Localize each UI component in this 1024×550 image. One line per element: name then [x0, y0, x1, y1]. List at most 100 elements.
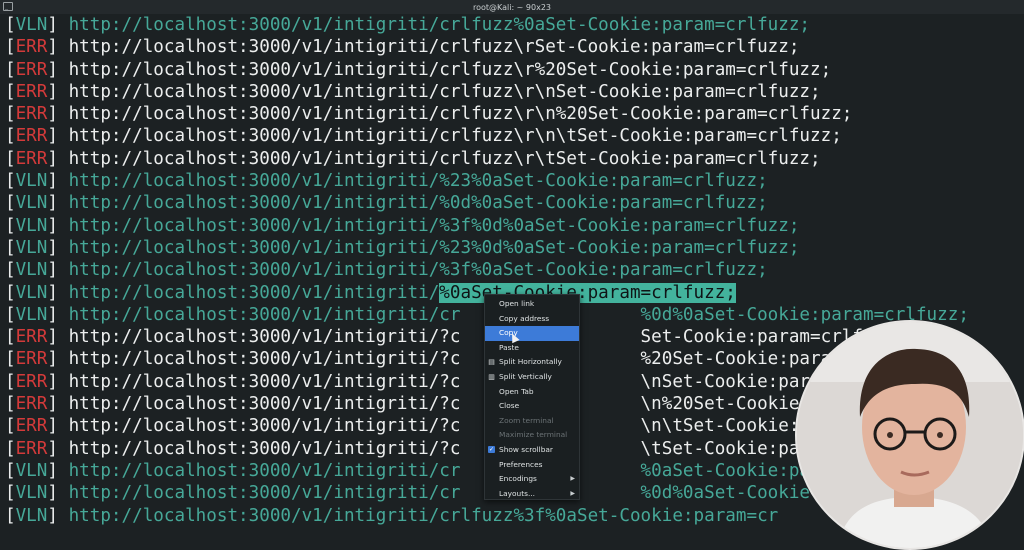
terminal-line: [VLN] http://localhost:3000/v1/intigriti…: [5, 14, 1024, 36]
menu-item-label: Preferences: [499, 459, 543, 469]
menu-item-label: Zoom terminal: [499, 415, 554, 425]
vln-tag: VLN: [15, 505, 48, 526]
bracket: ]: [47, 126, 69, 147]
menu-item-split-horizontally[interactable]: ▤ Split Horizontally: [485, 355, 579, 370]
menu-item-show-scrollbar[interactable]: ✓ Show scrollbar: [485, 443, 579, 458]
menu-item-maximize-terminal: Maximize terminal: [485, 428, 579, 443]
menu-item-copy-address[interactable]: Copy address: [485, 312, 579, 327]
bracket: ]: [47, 304, 69, 325]
bracket: ]: [47, 282, 69, 303]
result-url: http://localhost:3000/v1/intigriti/?c \n…: [68, 394, 863, 415]
menu-item-zoom-terminal: Zoom terminal: [485, 414, 579, 429]
result-url: http://localhost:3000/v1/intigriti/cr %0…: [68, 483, 874, 504]
terminal-line: [VLN] http://localhost:3000/v1/intigriti…: [5, 192, 1024, 214]
menu-item-label: Split Vertically: [499, 371, 552, 381]
err-tag: ERR: [15, 416, 48, 437]
menu-item-label: Split Horizontally: [499, 357, 562, 367]
bracket: ]: [47, 215, 69, 236]
bracket: ]: [47, 438, 69, 459]
bracket: [: [5, 171, 16, 192]
menu-item-copy[interactable]: Copy: [485, 326, 579, 341]
menu-item-label: Encodings: [499, 474, 537, 484]
vln-tag: VLN: [15, 171, 48, 192]
bracket: [: [5, 37, 16, 58]
menu-item-label: Copy address: [499, 313, 550, 323]
menu-item-label: Close: [499, 401, 520, 411]
bracket: [: [5, 193, 16, 214]
menu-item-encodings[interactable]: Encodings ▶: [485, 472, 579, 487]
bracket: ]: [47, 416, 69, 437]
bracket: ]: [47, 104, 69, 125]
bracket: ]: [47, 81, 69, 102]
err-tag: ERR: [15, 81, 48, 102]
result-url: http://localhost:3000/v1/intigriti/crlfu…: [68, 15, 811, 35]
err-tag: ERR: [15, 126, 48, 147]
menu-item-close[interactable]: Close: [485, 399, 579, 414]
terminal-line: [VLN] http://localhost:3000/v1/intigriti…: [5, 170, 1024, 192]
result-url: http://localhost:3000/v1/intigriti/crlfu…: [68, 148, 821, 169]
bracket: [: [5, 483, 16, 504]
bracket: [: [5, 282, 16, 303]
bracket: [: [5, 505, 16, 526]
menu-item-label: Open link: [499, 299, 535, 308]
menu-item-open-link[interactable]: Open link: [485, 297, 579, 312]
split-horizontal-icon: ▤: [488, 358, 495, 367]
terminal-line: [ERR] http://localhost:3000/v1/intigriti…: [5, 103, 1024, 125]
result-url: http://localhost:3000/v1/intigriti/crlfu…: [68, 59, 832, 80]
result-url: http://localhost:3000/v1/intigriti/crlfu…: [68, 104, 853, 125]
bracket: [: [5, 349, 16, 370]
result-url: http://localhost:3000/v1/intigriti/crlfu…: [68, 81, 821, 102]
vln-tag: VLN: [15, 282, 48, 303]
result-url: http://localhost:3000/v1/intigriti/%23%0…: [68, 237, 800, 258]
bracket: [: [5, 148, 16, 169]
menu-item-label: Show scrollbar: [499, 444, 553, 454]
err-tag: ERR: [15, 327, 48, 348]
bracket: [: [5, 237, 16, 258]
bracket: [: [5, 416, 16, 437]
bracket: ]: [47, 460, 69, 481]
result-url: http://localhost:3000/v1/intigriti/crlfu…: [68, 505, 779, 526]
menu-item-preferences[interactable]: Preferences: [485, 458, 579, 473]
terminal-icon: _: [3, 2, 13, 11]
terminal-line: [ERR] http://localhost:3000/v1/intigriti…: [5, 81, 1024, 103]
bracket: [: [5, 260, 16, 281]
bracket: [: [5, 104, 16, 125]
vln-tag: VLN: [15, 460, 48, 481]
result-url: http://localhost:3000/v1/intigriti/?c \t…: [68, 438, 842, 459]
bracket: ]: [47, 148, 69, 169]
result-url: http://localhost:3000/v1/intigriti/crlfu…: [68, 37, 800, 58]
menu-item-label: Maximize terminal: [499, 430, 568, 440]
bracket: ]: [47, 394, 69, 415]
err-tag: ERR: [15, 148, 48, 169]
bracket: [: [5, 81, 16, 102]
vln-tag: VLN: [15, 237, 48, 258]
err-tag: ERR: [15, 37, 48, 58]
result-url: http://localhost:3000/v1/intigriti/%0d%0…: [68, 193, 768, 214]
vln-tag: VLN: [15, 15, 48, 35]
menu-item-layouts[interactable]: Layouts... ▶: [485, 487, 579, 502]
result-url: http://localhost:3000/v1/intigriti/: [68, 282, 440, 303]
menu-item-paste[interactable]: Paste: [485, 341, 579, 356]
bracket: ]: [47, 505, 69, 526]
result-url: http://localhost:3000/v1/intigriti/%23%0…: [68, 171, 768, 192]
terminal-line: [ERR] http://localhost:3000/v1/intigriti…: [5, 59, 1024, 81]
result-url: http://localhost:3000/v1/intigriti/%3f%0…: [68, 215, 800, 236]
checkbox-checked-icon[interactable]: ✓: [488, 446, 495, 454]
result-url: http://localhost:3000/v1/intigriti/?c \n…: [68, 416, 842, 437]
result-url: http://localhost:3000/v1/intigriti/?c \n…: [68, 371, 853, 392]
err-tag: ERR: [15, 59, 48, 80]
menu-item-split-vertically[interactable]: ▥ Split Vertically: [485, 370, 579, 385]
bracket: ]: [47, 59, 69, 80]
menu-item-open-tab[interactable]: Open Tab: [485, 385, 579, 400]
vln-tag: VLN: [15, 304, 48, 325]
terminal-line: [ERR] http://localhost:3000/v1/intigriti…: [5, 148, 1024, 170]
bracket: [: [5, 15, 16, 35]
context-menu: Open link Copy address Copy Paste ▤ Split Hor…: [484, 294, 580, 500]
bracket: ]: [47, 15, 69, 35]
vln-tag: VLN: [15, 483, 48, 504]
terminal-line: [ERR] http://localhost:3000/v1/intigriti…: [5, 36, 1024, 58]
terminal-line: [ERR] http://localhost:3000/v1/intigriti…: [5, 125, 1024, 147]
bracket: [: [5, 460, 16, 481]
err-tag: ERR: [15, 394, 48, 415]
vln-tag: VLN: [15, 193, 48, 214]
